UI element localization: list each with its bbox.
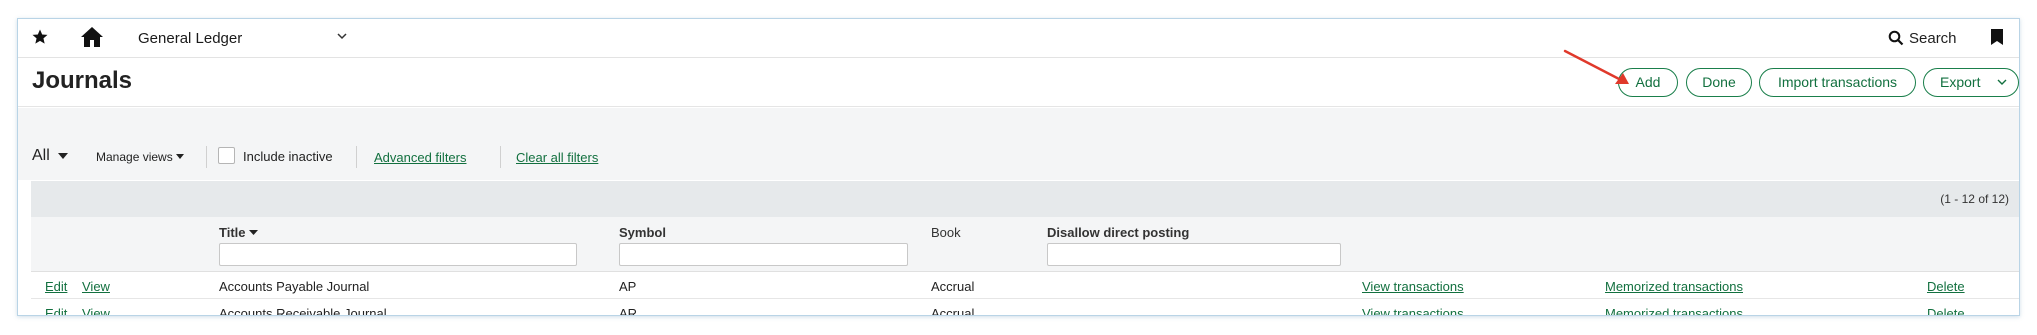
bookmark-icon[interactable] (1990, 28, 2004, 46)
filter-bar: All Manage views Include inactive Advanc… (18, 108, 2019, 180)
clear-all-filters-link[interactable]: Clear all filters (516, 150, 598, 165)
title-cell: Accounts Receivable Journal (219, 306, 387, 316)
view-link[interactable]: View (82, 306, 110, 315)
edit-link[interactable]: Edit (45, 279, 67, 294)
journals-table: (1 - 12 of 12) Title Symbol Book Disallo… (31, 181, 2019, 316)
delete-link[interactable]: Delete (1927, 306, 1965, 315)
manage-views-menu[interactable]: Manage views (96, 150, 173, 164)
app-switcher-label[interactable]: General Ledger (138, 30, 242, 47)
results-count-bar: (1 - 12 of 12) (31, 181, 2019, 217)
results-count: (1 - 12 of 12) (1940, 192, 2009, 206)
symbol-filter-input[interactable] (619, 243, 908, 266)
view-transactions-link[interactable]: View transactions (1362, 306, 1464, 315)
table-row: Edit View Accounts Receivable Journal AR… (31, 300, 2019, 316)
table-row: Edit View Accounts Payable Journal AP Ac… (31, 273, 2019, 299)
caret-down-icon[interactable] (176, 154, 184, 160)
memorized-transactions-link[interactable]: Memorized transactions (1605, 279, 1743, 294)
memorized-transactions-link[interactable]: Memorized transactions (1605, 306, 1743, 315)
column-header-book[interactable]: Book (931, 225, 961, 240)
title-cell: Accounts Payable Journal (219, 279, 370, 294)
chevron-down-icon[interactable] (335, 29, 349, 43)
export-button[interactable]: Export (1923, 68, 2019, 97)
advanced-filters-link[interactable]: Advanced filters (374, 150, 467, 165)
column-header-symbol[interactable]: Symbol (619, 225, 666, 240)
view-transactions-link[interactable]: View transactions (1362, 279, 1464, 294)
title-filter-input[interactable] (219, 243, 577, 266)
disallow-filter-input[interactable] (1047, 243, 1341, 266)
caret-down-icon[interactable] (58, 152, 68, 160)
top-nav: General Ledger Search (18, 19, 2019, 58)
delete-link[interactable]: Delete (1927, 279, 1965, 294)
app-window: General Ledger Search Journals Add Done … (17, 18, 2020, 316)
column-header-disallow-direct-posting[interactable]: Disallow direct posting (1047, 225, 1189, 240)
view-selector[interactable]: All (32, 147, 50, 165)
search-label[interactable]: Search (1909, 30, 1957, 47)
home-icon[interactable] (80, 26, 104, 48)
symbol-cell: AP (619, 279, 637, 294)
done-button[interactable]: Done (1686, 68, 1752, 97)
arrow-annotation (1563, 49, 1629, 84)
star-icon[interactable] (31, 28, 49, 46)
column-header-title[interactable]: Title (219, 225, 246, 240)
page-header: Journals Add Done Import transactions Ex… (18, 59, 2019, 107)
include-inactive-label[interactable]: Include inactive (243, 149, 333, 164)
divider (500, 146, 501, 168)
divider (206, 146, 207, 168)
divider (356, 146, 357, 168)
book-cell: Accrual (931, 306, 975, 316)
include-inactive-checkbox[interactable] (218, 147, 235, 164)
view-link[interactable]: View (82, 279, 110, 294)
book-cell: Accrual (931, 279, 975, 294)
chevron-down-icon (1997, 79, 2007, 85)
edit-link[interactable]: Edit (45, 306, 67, 315)
page-title: Journals (32, 67, 133, 94)
table-header: Title Symbol Book Disallow direct postin… (31, 217, 2019, 272)
sort-caret-icon[interactable] (249, 230, 258, 236)
search-icon[interactable] (1888, 30, 1904, 46)
export-button-label: Export (1940, 74, 1981, 90)
import-transactions-button[interactable]: Import transactions (1759, 68, 1916, 97)
symbol-cell: AR (619, 306, 638, 316)
